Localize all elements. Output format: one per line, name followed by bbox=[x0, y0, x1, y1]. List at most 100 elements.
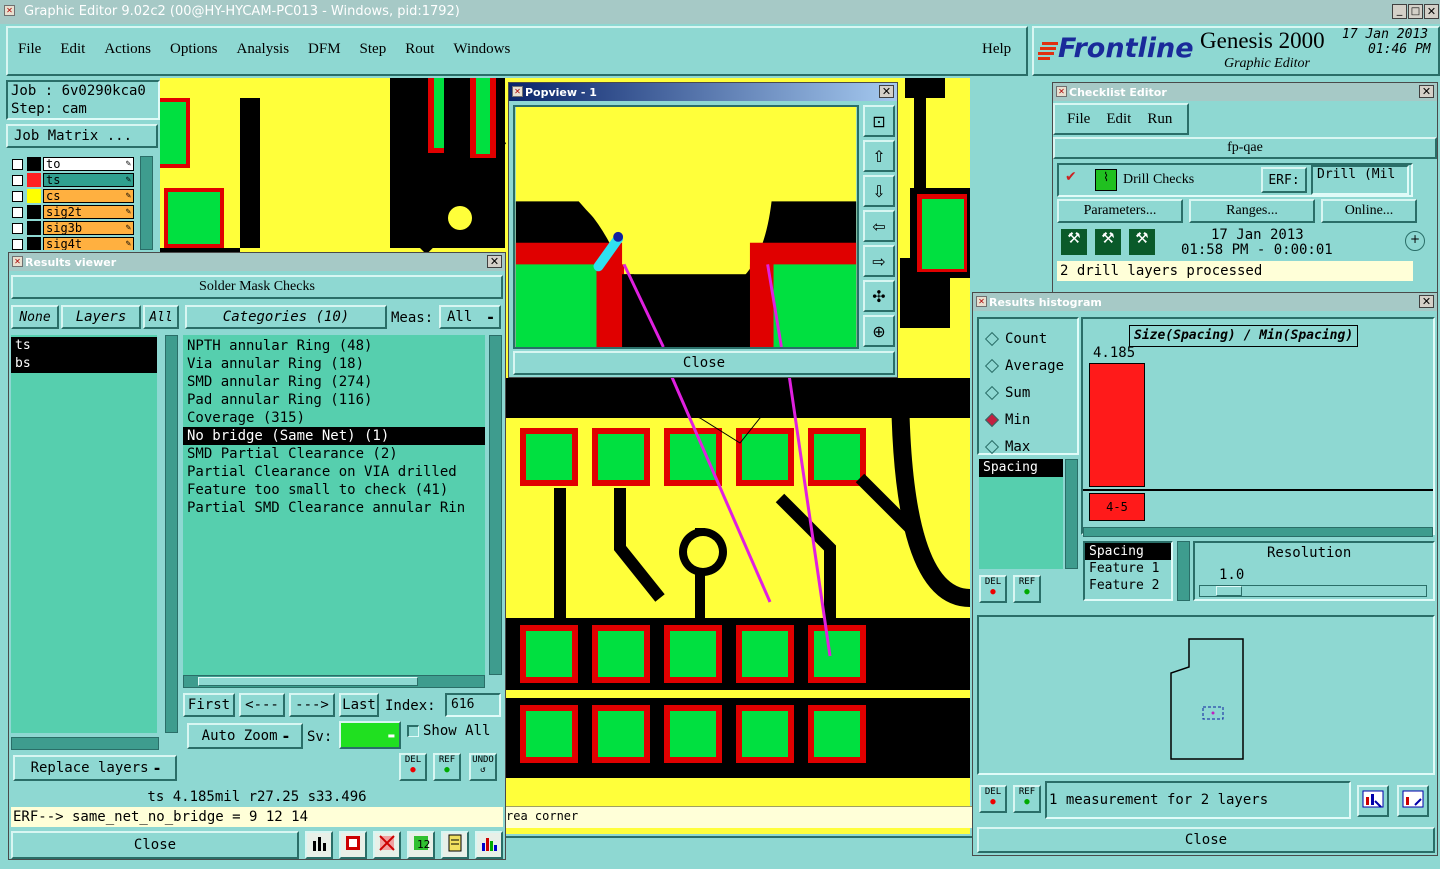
run-icon-1[interactable]: ⚒ bbox=[1061, 229, 1087, 255]
close-window-button[interactable]: ✕ bbox=[1424, 4, 1439, 19]
pad[interactable] bbox=[598, 631, 644, 677]
checklist-menu-edit[interactable]: Edit bbox=[1106, 111, 1131, 128]
menu-file[interactable]: File bbox=[18, 41, 41, 58]
menu-windows[interactable]: Windows bbox=[453, 41, 510, 58]
layer-vscroll[interactable] bbox=[165, 335, 178, 733]
all-layers-button[interactable]: All bbox=[143, 305, 179, 329]
layer-name-cell[interactable]: cs ✎ bbox=[43, 189, 134, 203]
mode-option-max[interactable]: Max bbox=[984, 433, 1077, 460]
zoom-out-icon[interactable]: ⊕ bbox=[863, 315, 895, 347]
category-item[interactable]: Pad annular Ring (116) bbox=[183, 391, 485, 409]
undo-button[interactable]: UNDO ↺ bbox=[469, 753, 497, 781]
histogram-bar[interactable] bbox=[1089, 363, 1145, 487]
report-tool-icon[interactable] bbox=[339, 831, 367, 859]
meas-dropdown[interactable]: All ▬ bbox=[439, 305, 501, 329]
layer-affected-checkbox[interactable] bbox=[12, 158, 23, 170]
pan-left-icon[interactable]: ⇦ bbox=[863, 210, 895, 242]
category-item[interactable]: No bridge (Same Net) (1) bbox=[183, 427, 485, 445]
replace-layers-dropdown[interactable]: Replace layers ▬ bbox=[13, 755, 177, 781]
layer-name-cell[interactable]: to ✎ bbox=[43, 157, 134, 171]
layer-list-scrollbar[interactable] bbox=[140, 156, 153, 250]
layer-row[interactable]: sig4t ✎ bbox=[10, 236, 134, 250]
category-item[interactable]: Coverage (315) bbox=[183, 409, 485, 427]
histogram-list-item[interactable]: Spacing bbox=[979, 459, 1063, 477]
parameters-button[interactable]: Parameters... bbox=[1057, 199, 1183, 223]
expand-icon[interactable]: + bbox=[1405, 231, 1425, 251]
menu-edit[interactable]: Edit bbox=[60, 41, 85, 58]
run-icon-3[interactable]: ⚒ bbox=[1129, 229, 1155, 255]
help-menu[interactable]: Help bbox=[982, 41, 1011, 58]
category-item[interactable]: Feature too small to check (41) bbox=[183, 481, 485, 499]
notes-tool-icon[interactable] bbox=[441, 831, 469, 859]
sort-tool-icon[interactable]: 12 bbox=[407, 831, 435, 859]
category-item[interactable]: SMD Partial Clearance (2) bbox=[183, 445, 485, 463]
category-item[interactable]: NPTH annular Ring (48) bbox=[183, 337, 485, 355]
sort-item-feature-1[interactable]: Feature 1 bbox=[1085, 560, 1171, 577]
mode-option-average[interactable]: Average bbox=[984, 352, 1077, 379]
sort-item-feature-2[interactable]: Feature 2 bbox=[1085, 577, 1171, 594]
run-icon-2[interactable]: ⚒ bbox=[1095, 229, 1121, 255]
popview-close-button[interactable]: Close bbox=[513, 351, 895, 375]
pan-down-icon[interactable]: ⇩ bbox=[863, 175, 895, 207]
categories-vscroll[interactable] bbox=[489, 335, 502, 675]
layer-row[interactable]: cs ✎ bbox=[10, 188, 134, 204]
none-button[interactable]: None bbox=[11, 305, 59, 329]
pan-up-icon[interactable]: ⇧ bbox=[863, 140, 895, 172]
category-item[interactable]: SMD annular Ring (274) bbox=[183, 373, 485, 391]
popview-close-icon[interactable]: ✕ bbox=[879, 85, 894, 98]
layer-row[interactable]: sig2t ✎ bbox=[10, 204, 134, 220]
canvas-bottom-scroll[interactable] bbox=[506, 836, 972, 860]
mode-option-sum[interactable]: Sum bbox=[984, 379, 1077, 406]
mode-option-count[interactable]: Count bbox=[984, 325, 1077, 352]
resolution-slider[interactable] bbox=[1199, 585, 1427, 597]
minimize-button[interactable]: _ bbox=[1392, 4, 1407, 19]
categories-hscroll[interactable] bbox=[183, 675, 485, 688]
first-button[interactable]: First bbox=[183, 693, 235, 717]
next-button[interactable]: ---> bbox=[289, 693, 335, 717]
layer-name-cell[interactable]: sig4t ✎ bbox=[43, 237, 134, 250]
ref-button[interactable]: REF ● bbox=[433, 753, 461, 781]
layers-button[interactable]: Layers bbox=[61, 305, 141, 329]
job-matrix-button[interactable]: Job Matrix ... bbox=[6, 124, 158, 148]
layer-row[interactable]: to ✎ bbox=[10, 156, 134, 172]
pad[interactable] bbox=[814, 631, 860, 677]
histogram-ref-button[interactable]: REF ● bbox=[1013, 575, 1041, 603]
layer-name-cell[interactable]: sig2t ✎ bbox=[43, 205, 134, 219]
pad[interactable] bbox=[670, 434, 716, 480]
layer-name-cell[interactable]: ts ✎ bbox=[43, 173, 134, 187]
pad[interactable] bbox=[670, 711, 716, 757]
histogram-close-button[interactable]: Close bbox=[977, 827, 1435, 853]
index-input[interactable]: 616 bbox=[445, 693, 501, 717]
sort-item-spacing[interactable]: Spacing bbox=[1085, 543, 1171, 560]
pad[interactable] bbox=[670, 631, 716, 677]
histogram-tool-icon[interactable] bbox=[475, 831, 503, 859]
sv-color-dropdown[interactable]: ▬ bbox=[339, 721, 401, 749]
results-layer-item[interactable]: ts bbox=[11, 337, 157, 355]
erf-value[interactable]: Drill (Mil bbox=[1311, 165, 1409, 195]
histogram-list-vscroll[interactable] bbox=[1065, 459, 1078, 569]
layer-name-cell[interactable]: sig3b ✎ bbox=[43, 221, 134, 235]
popview-canvas[interactable] bbox=[513, 105, 859, 349]
pad[interactable] bbox=[814, 711, 860, 757]
sort-list-vscroll[interactable] bbox=[1177, 541, 1190, 601]
results-layer-item[interactable]: bs bbox=[11, 355, 157, 373]
show-all-checkbox[interactable] bbox=[407, 725, 419, 737]
auto-zoom-dropdown[interactable]: Auto Zoom ▬ bbox=[187, 723, 303, 749]
menu-rout[interactable]: Rout bbox=[405, 41, 434, 58]
preview-del-button[interactable]: DEL ● bbox=[979, 785, 1007, 813]
zoom-in-icon[interactable]: ✣ bbox=[863, 280, 895, 312]
layer-affected-checkbox[interactable] bbox=[12, 190, 23, 202]
menu-step[interactable]: Step bbox=[360, 41, 387, 58]
histogram-del-button[interactable]: DEL ● bbox=[979, 575, 1007, 603]
checklist-close-icon[interactable]: ✕ bbox=[1419, 85, 1434, 98]
online-button[interactable]: Online... bbox=[1321, 199, 1417, 223]
resolution-slider-thumb[interactable] bbox=[1216, 586, 1242, 596]
pad[interactable] bbox=[742, 434, 788, 480]
pad[interactable] bbox=[598, 434, 644, 480]
categories-button[interactable]: Categories (10) bbox=[185, 305, 387, 329]
menu-options[interactable]: Options bbox=[170, 41, 218, 58]
ranges-button[interactable]: Ranges... bbox=[1189, 199, 1315, 223]
pad[interactable] bbox=[814, 434, 860, 480]
pad[interactable] bbox=[598, 711, 644, 757]
del-button[interactable]: DEL ● bbox=[399, 753, 427, 781]
